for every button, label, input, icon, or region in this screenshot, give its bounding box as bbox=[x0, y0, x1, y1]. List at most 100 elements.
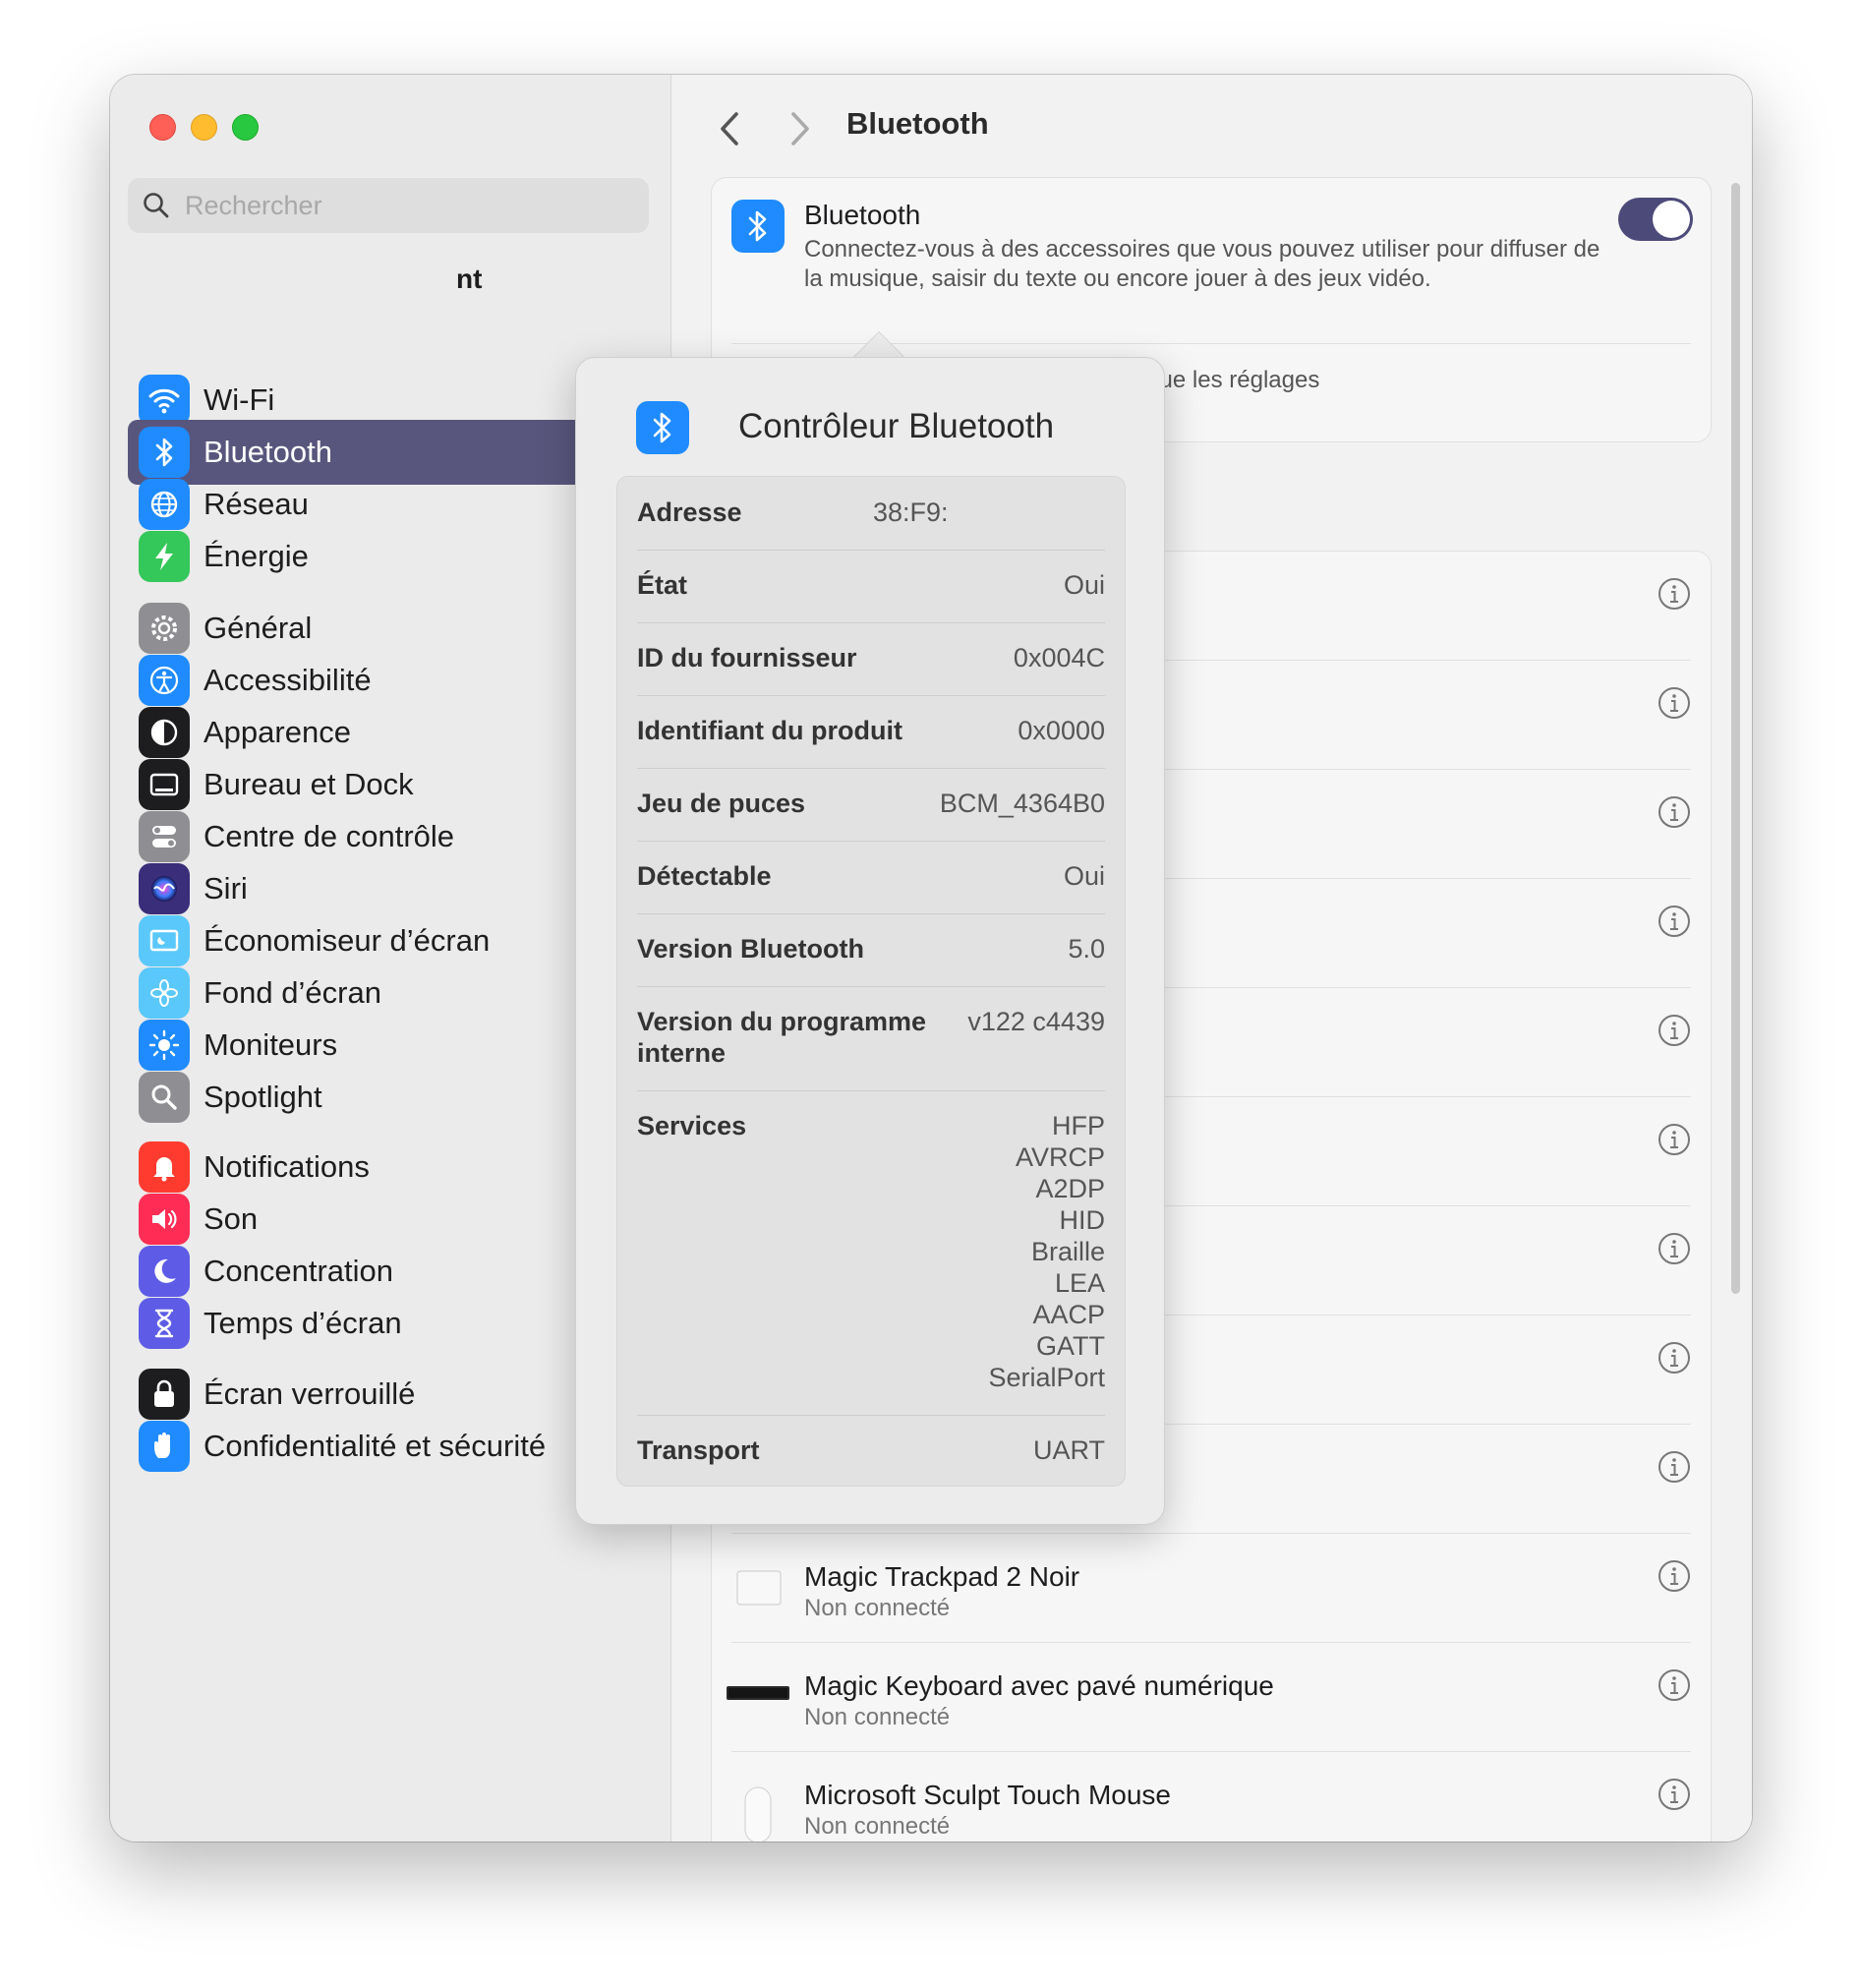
search-input[interactable] bbox=[183, 189, 619, 222]
info-key: État bbox=[637, 570, 688, 600]
settings-window: nt Wi-Fi Bluetooth Réseau Énergie Général Acc… bbox=[110, 75, 1752, 1842]
info-icon[interactable] bbox=[1658, 1341, 1691, 1374]
screensaver-icon bbox=[139, 915, 190, 966]
service-item: A2DP bbox=[1035, 1174, 1105, 1203]
device-status: Non connecté bbox=[804, 1813, 951, 1840]
sidebar-item-label: Apparence bbox=[204, 715, 351, 749]
info-icon[interactable] bbox=[1658, 577, 1691, 611]
zoom-button[interactable] bbox=[232, 114, 259, 141]
info-key: Détectable bbox=[637, 861, 772, 891]
info-value: Oui bbox=[1063, 861, 1105, 891]
info-key: ID du fournisseur bbox=[637, 643, 857, 672]
device-image bbox=[726, 1785, 790, 1842]
sidebar-item-label: Notifications bbox=[204, 1149, 370, 1184]
device-row[interactable]: Magic Trackpad 2 Noir Non connecté bbox=[712, 1534, 1711, 1643]
sidebar-item-temps-d-cran[interactable]: Temps d’écran bbox=[128, 1291, 653, 1356]
info-row-transport: Transport UART bbox=[637, 1415, 1105, 1486]
bluetooth-toggle[interactable] bbox=[1618, 198, 1693, 241]
info-key: Identifiant du produit bbox=[637, 716, 902, 745]
info-row: Version du programme interne v122 c4439 bbox=[637, 986, 1105, 1091]
info-value: BCM_4364B0 bbox=[939, 789, 1105, 818]
sidebar-item-label: Écran verrouillé bbox=[204, 1376, 416, 1411]
info-icon[interactable] bbox=[1658, 1014, 1691, 1047]
sidebar-item-label: Siri bbox=[204, 871, 248, 906]
sidebar-item-label: Centre de contrôle bbox=[204, 819, 455, 853]
device-status: Non connecté bbox=[804, 1704, 951, 1730]
sidebar-item-confidentialit-et-s-curit[interactable]: Confidentialité et sécurité bbox=[128, 1414, 653, 1479]
info-row: ID du fournisseur 0x004C bbox=[637, 622, 1105, 696]
info-value: 0x004C bbox=[1013, 643, 1105, 672]
bluetooth-card-title: Bluetooth bbox=[804, 200, 921, 230]
forward-button[interactable] bbox=[780, 104, 819, 153]
info-key: Version du programme interne bbox=[637, 1007, 927, 1068]
device-name: Magic Keyboard avec pavé numérique bbox=[804, 1670, 1274, 1701]
dock-icon bbox=[139, 759, 190, 810]
popover-arrow bbox=[853, 332, 904, 358]
siri-icon bbox=[139, 863, 190, 914]
info-icon[interactable] bbox=[1658, 1778, 1691, 1811]
device-name: Microsoft Sculpt Touch Mouse bbox=[804, 1780, 1171, 1810]
partial-heading: nt bbox=[456, 263, 483, 294]
info-icon[interactable] bbox=[1658, 1668, 1691, 1702]
info-value: UART bbox=[1032, 1435, 1105, 1465]
search-field[interactable] bbox=[128, 178, 649, 233]
info-icon[interactable] bbox=[1658, 1232, 1691, 1265]
info-icon[interactable] bbox=[1658, 1123, 1691, 1156]
info-value: Oui bbox=[1063, 570, 1105, 600]
info-key: Services bbox=[637, 1111, 747, 1140]
sidebar-item-label: Fond d’écran bbox=[204, 975, 381, 1010]
service-item: LEA bbox=[1054, 1268, 1105, 1298]
bluetooth-icon bbox=[139, 427, 190, 478]
device-image bbox=[726, 1676, 790, 1715]
device-status: Non connecté bbox=[804, 1595, 951, 1621]
magnifier-icon bbox=[139, 1072, 190, 1123]
info-icon[interactable] bbox=[1658, 1559, 1691, 1593]
bluetooth-card-description: Connectez-vous à des accessoires que vou… bbox=[804, 236, 1600, 292]
info-icon[interactable] bbox=[1658, 686, 1691, 720]
info-key: Adresse bbox=[637, 497, 742, 527]
info-row: Identifiant du produit 0x0000 bbox=[637, 695, 1105, 769]
device-row[interactable]: Microsoft Sculpt Touch Mouse Non connecté bbox=[712, 1752, 1711, 1842]
info-key: Version Bluetooth bbox=[637, 934, 865, 964]
device-row[interactable]: Magic Keyboard avec pavé numérique Non co… bbox=[712, 1643, 1711, 1752]
info-icon[interactable] bbox=[1658, 795, 1691, 829]
sidebar-item-label: Économiseur d’écran bbox=[204, 923, 491, 958]
controller-info-table: Adresse 38:F9: État Oui ID du fournisseur 0x0… bbox=[616, 476, 1126, 1487]
service-item: AVRCP bbox=[1015, 1142, 1105, 1172]
control-center-icon bbox=[139, 811, 190, 862]
wallpaper-icon bbox=[139, 967, 190, 1019]
lightning-icon bbox=[139, 531, 190, 582]
minimize-button[interactable] bbox=[191, 114, 217, 141]
info-value: 5.0 bbox=[1068, 934, 1105, 964]
info-icon[interactable] bbox=[1658, 1450, 1691, 1484]
back-button[interactable] bbox=[711, 104, 750, 153]
page-title: Bluetooth bbox=[846, 106, 989, 141]
services-list: HFP AVRCP A2DP HID Braille LEA AACP GATT SerialP… bbox=[988, 1110, 1105, 1393]
bluetooth-icon bbox=[636, 401, 689, 454]
hourglass-icon bbox=[139, 1298, 190, 1349]
hand-icon bbox=[139, 1421, 190, 1472]
sidebar-item-label: Son bbox=[204, 1201, 259, 1236]
service-item: GATT bbox=[1036, 1331, 1105, 1361]
sidebar-item-spotlight[interactable]: Spotlight bbox=[128, 1065, 653, 1130]
info-value: 0x0000 bbox=[1018, 716, 1105, 745]
device-image bbox=[726, 1567, 790, 1615]
sun-icon bbox=[139, 1020, 190, 1071]
info-key: Jeu de puces bbox=[637, 789, 806, 818]
info-row-services: Services HFP AVRCP A2DP HID Braille LEA AACP GAT… bbox=[637, 1090, 1105, 1416]
info-value: 38:F9: bbox=[873, 497, 949, 527]
info-icon[interactable] bbox=[1658, 905, 1691, 938]
sidebar-item-label: Général bbox=[204, 611, 313, 645]
info-row: État Oui bbox=[637, 550, 1105, 623]
bluetooth-icon bbox=[731, 200, 785, 253]
sidebar-item-label: Temps d’écran bbox=[204, 1306, 402, 1340]
service-item: HFP bbox=[1052, 1111, 1105, 1140]
close-button[interactable] bbox=[149, 114, 176, 141]
wifi-icon bbox=[139, 375, 190, 426]
bell-icon bbox=[139, 1141, 190, 1193]
sidebar-item-label: Wi-Fi bbox=[204, 382, 275, 417]
sidebar-item-nergie[interactable]: Énergie bbox=[128, 524, 653, 589]
scrollbar[interactable] bbox=[1731, 183, 1740, 1294]
info-row: Version Bluetooth 5.0 bbox=[637, 913, 1105, 987]
gear-icon bbox=[139, 603, 190, 654]
